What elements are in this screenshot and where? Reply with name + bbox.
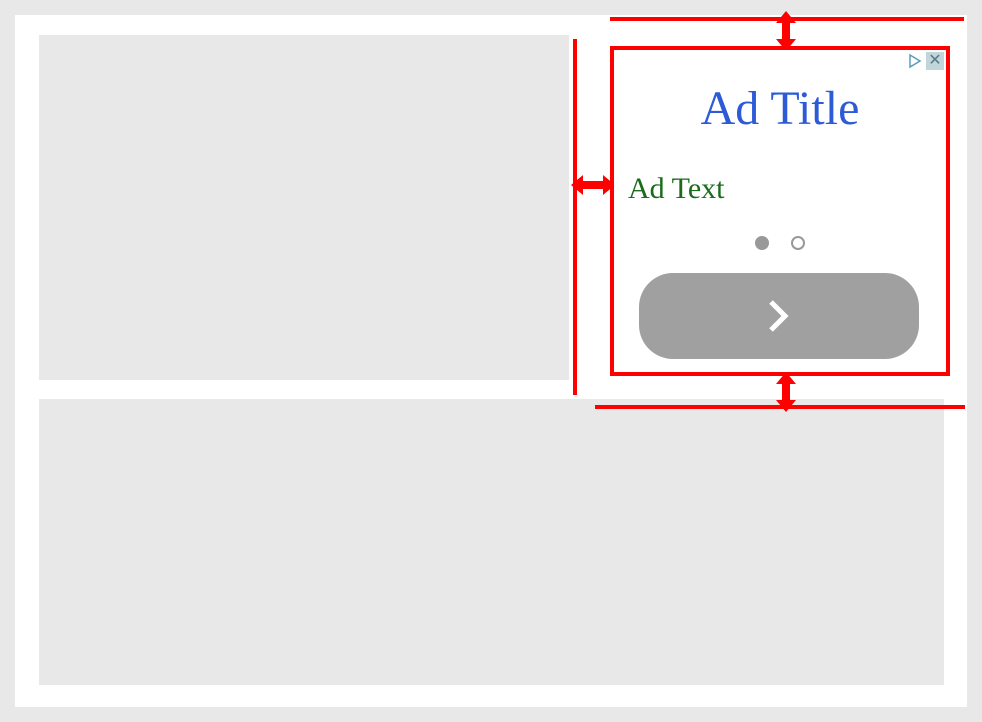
ad-body-text: Ad Text [628, 172, 725, 206]
margin-guide-left [573, 39, 577, 395]
pagination-dot[interactable] [755, 236, 769, 250]
ad-unit: ✕ Ad Title Ad Text [610, 46, 950, 376]
ad-title: Ad Title [614, 81, 946, 136]
cta-button[interactable] [639, 273, 919, 359]
adchoices-icon[interactable] [907, 53, 923, 69]
chevron-right-icon [765, 296, 793, 336]
spacing-arrow-bottom-icon [768, 370, 804, 414]
close-ad-icon[interactable]: ✕ [926, 52, 944, 70]
pagination-dot[interactable] [791, 236, 805, 250]
page-container: ✕ Ad Title Ad Text [15, 15, 967, 707]
content-placeholder-2 [39, 399, 944, 685]
pagination-indicator [614, 236, 946, 250]
ad-controls: ✕ [907, 50, 946, 70]
content-placeholder-1 [39, 35, 569, 380]
